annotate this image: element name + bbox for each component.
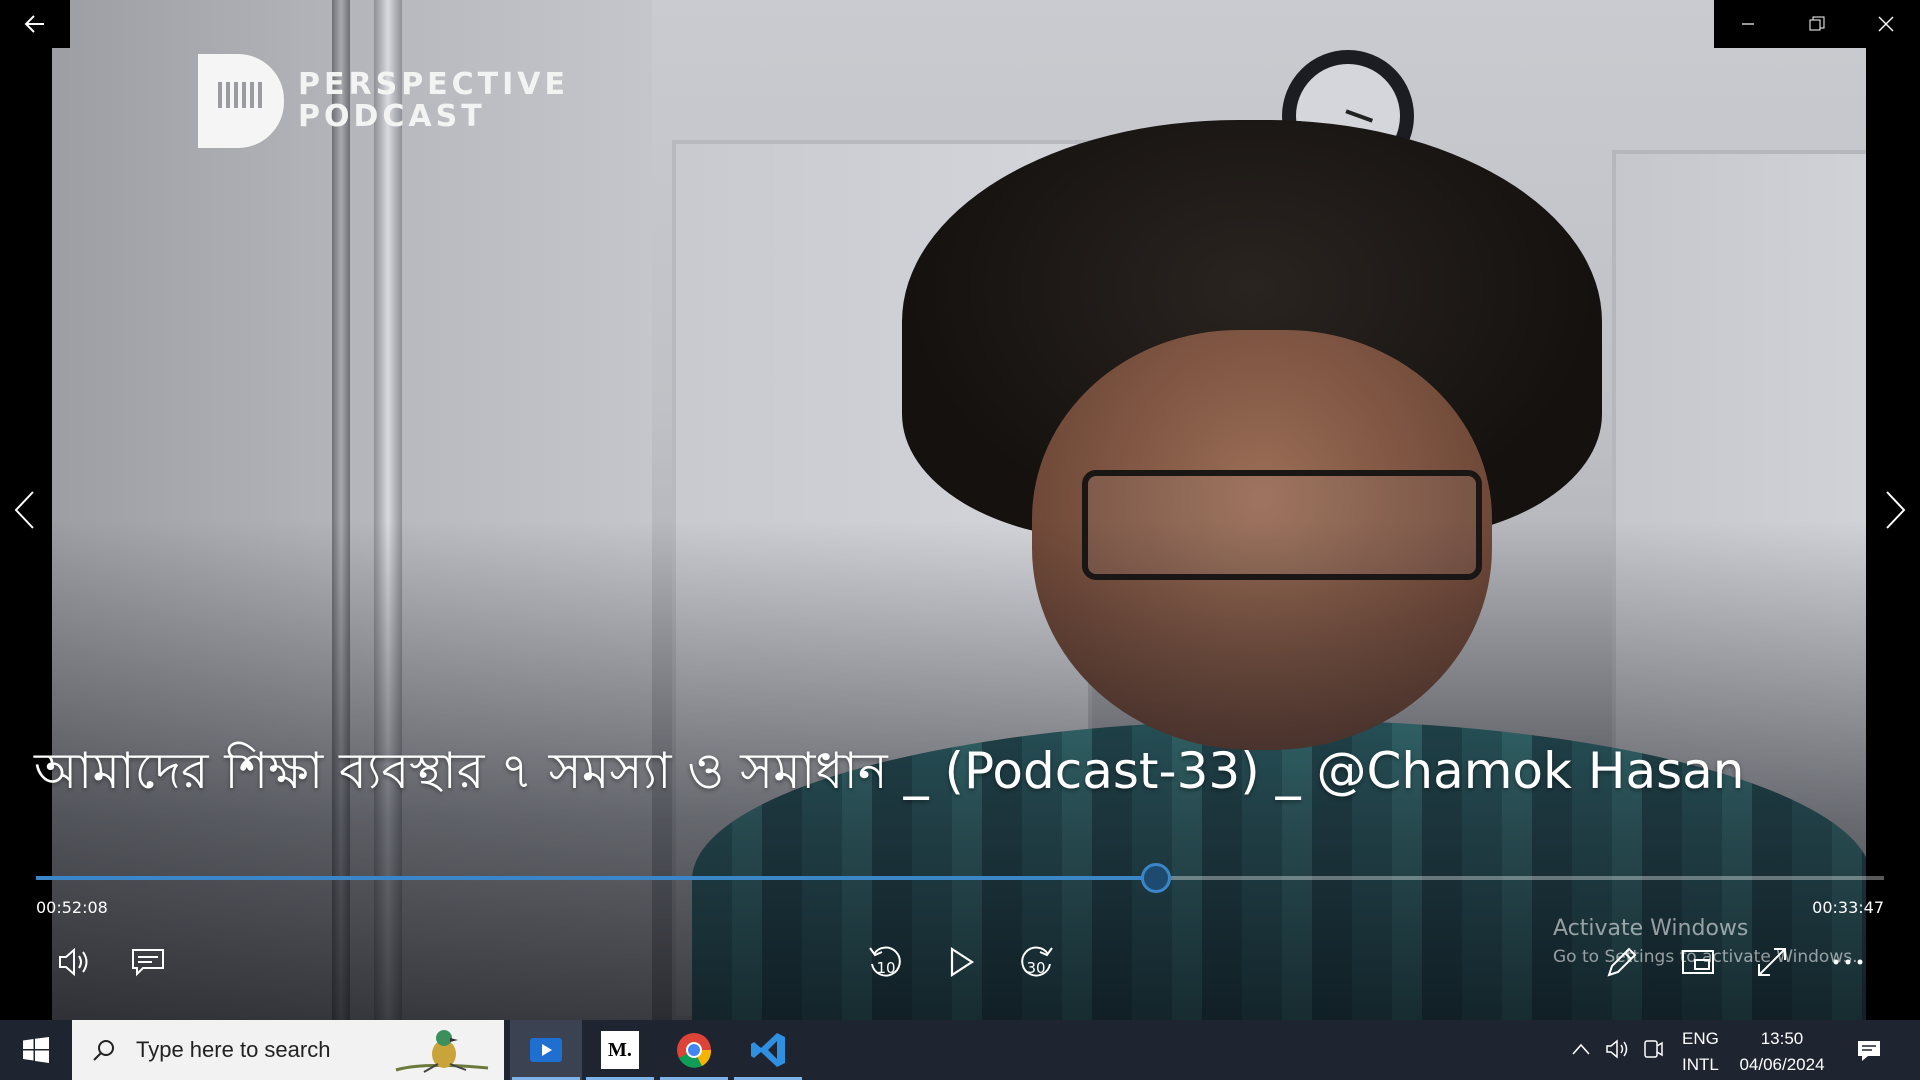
- bird-illustration-icon: [395, 1030, 489, 1073]
- minimize-icon: [1742, 23, 1755, 25]
- fullscreen-icon: [1758, 948, 1786, 976]
- chevron-right-icon: [1886, 491, 1906, 529]
- close-icon: [1878, 16, 1894, 32]
- search-placeholder: Type here to search: [136, 1037, 331, 1062]
- chevron-left-icon: [14, 491, 34, 529]
- video-frame[interactable]: PERSPECTIVE PODCAST: [52, 0, 1866, 1020]
- window-controls: [1714, 0, 1920, 48]
- taskbar-clock[interactable]: 13:50 04/06/2024: [1732, 1026, 1832, 1078]
- skip-back-label: 10: [876, 959, 895, 977]
- more-icon: [1833, 959, 1863, 965]
- seek-bar[interactable]: [36, 863, 1884, 893]
- mini-view-button[interactable]: [1676, 940, 1720, 984]
- taskbar-medium[interactable]: M.: [584, 1020, 656, 1080]
- skip-back-10-icon: 10: [869, 946, 901, 977]
- language-code: ENG: [1682, 1029, 1719, 1048]
- captions-button[interactable]: [126, 940, 170, 984]
- play-button[interactable]: [940, 940, 984, 984]
- keyboard-layout: INTL: [1682, 1055, 1719, 1074]
- seek-bar-fill: [36, 876, 1156, 880]
- tray-meet-now-button[interactable]: [1638, 1034, 1668, 1064]
- medium-icon-label: M.: [608, 1038, 632, 1061]
- volume-icon: [1606, 1039, 1628, 1059]
- close-button[interactable]: [1851, 0, 1920, 48]
- play-icon: [950, 946, 975, 978]
- mini-view-icon: [1682, 950, 1714, 974]
- skip-forward-label: 30: [1026, 959, 1045, 977]
- activate-windows-title: Activate Windows: [1553, 916, 1749, 941]
- edit-button[interactable]: [1600, 940, 1644, 984]
- tray-volume-button[interactable]: [1602, 1034, 1632, 1064]
- taskbar-chrome[interactable]: [658, 1020, 730, 1080]
- podcast-logo: PERSPECTIVE PODCAST: [198, 54, 569, 148]
- notification-icon: [1858, 1041, 1880, 1061]
- webcam-icon: [1644, 1040, 1663, 1058]
- back-button[interactable]: [0, 0, 70, 48]
- restore-button[interactable]: [1783, 0, 1852, 48]
- clock-date: 04/06/2024: [1739, 1055, 1825, 1074]
- restore-icon: [1809, 16, 1825, 31]
- next-item-button[interactable]: [1876, 480, 1916, 540]
- tray-overflow-button[interactable]: [1566, 1034, 1596, 1064]
- chevron-up-icon: [1572, 1043, 1590, 1055]
- previous-item-button[interactable]: [4, 480, 44, 540]
- taskbar-media-player[interactable]: [510, 1020, 582, 1080]
- volume-button[interactable]: [52, 940, 96, 984]
- start-button[interactable]: [0, 1020, 72, 1080]
- taskbar-search[interactable]: Type here to search: [72, 1020, 504, 1080]
- search-icon: [93, 1040, 114, 1061]
- chrome-icon: [677, 1033, 712, 1068]
- media-player-icon: [530, 1038, 562, 1062]
- skip-forward-30-icon: 30: [1021, 946, 1053, 977]
- taskbar-vscode[interactable]: [732, 1020, 804, 1080]
- captions-icon: [132, 949, 164, 977]
- more-options-button[interactable]: [1826, 940, 1870, 984]
- pencil-icon: [1607, 947, 1637, 977]
- windows-logo-icon: [23, 1037, 49, 1063]
- medium-icon: M.: [601, 1031, 639, 1069]
- notification-center-button[interactable]: [1848, 1030, 1890, 1072]
- speaker-icon: [59, 947, 88, 977]
- seek-bar-thumb[interactable]: [1140, 863, 1171, 893]
- remaining-time: 00:33:47: [1812, 898, 1884, 917]
- elapsed-time: 00:52:08: [36, 898, 108, 917]
- taskbar: Type here to search M. ENG INTL 13:50 04…: [0, 1020, 1920, 1080]
- video-title: আমাদের শিক্ষা ব্যবস্থার ৭ সমস্যা ও সমাধা…: [34, 742, 1745, 800]
- back-arrow-icon: [24, 15, 44, 33]
- logo-line-1: PERSPECTIVE: [298, 67, 570, 102]
- fullscreen-button[interactable]: [1750, 940, 1794, 984]
- logo-line-2: PODCAST: [298, 99, 486, 134]
- skip-back-button[interactable]: 10: [864, 940, 908, 984]
- podcast-logo-mark: [198, 54, 284, 148]
- media-player-window: PERSPECTIVE PODCAST আমাদের শিক্ষা ব্যবস্…: [0, 0, 1920, 1020]
- vscode-icon: [751, 1033, 785, 1067]
- skip-forward-button[interactable]: 30: [1014, 940, 1058, 984]
- input-language[interactable]: ENG INTL: [1682, 1026, 1719, 1078]
- podcast-logo-text: PERSPECTIVE PODCAST: [298, 69, 569, 133]
- clock-time: 13:50: [1760, 1029, 1804, 1048]
- minimize-button[interactable]: [1714, 0, 1783, 48]
